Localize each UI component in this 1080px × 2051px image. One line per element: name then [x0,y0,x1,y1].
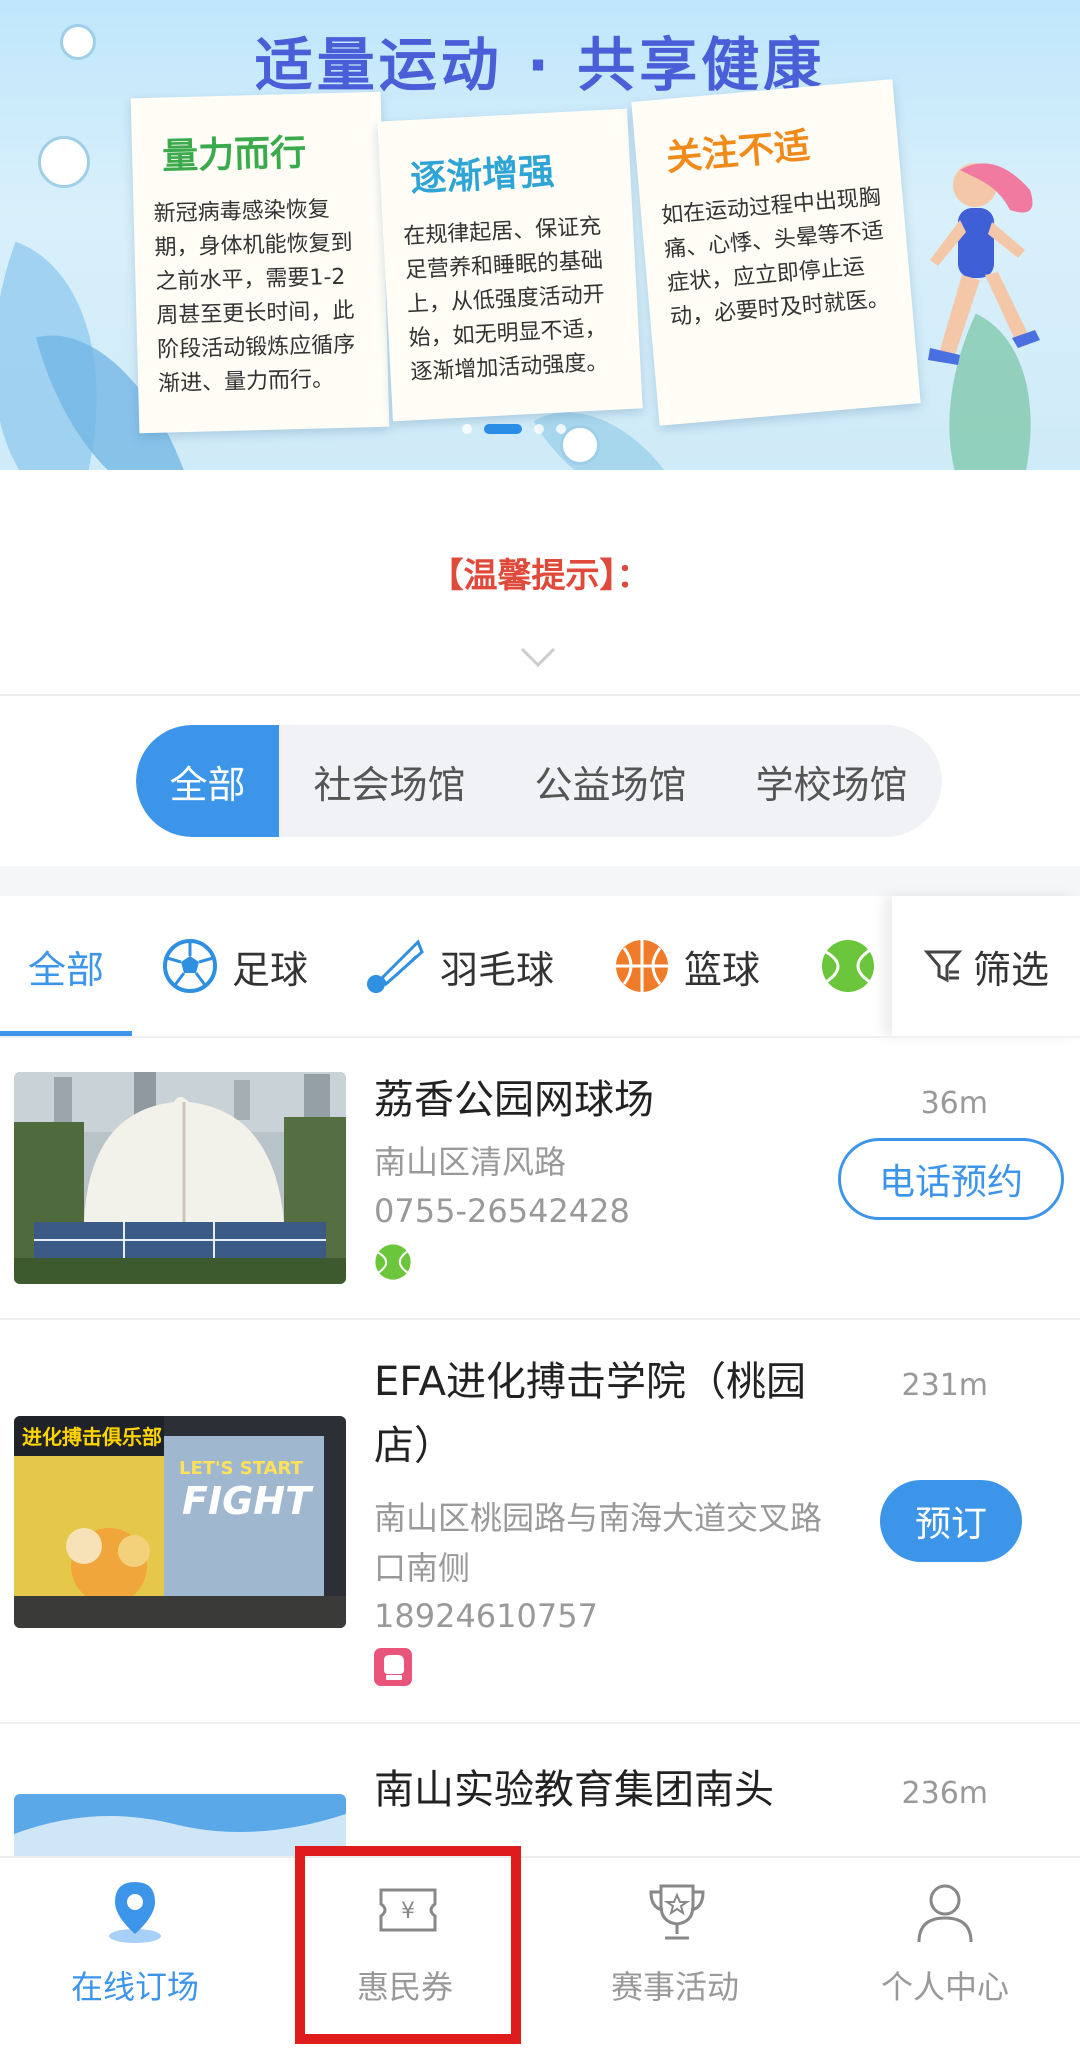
venue-type-segment: 全部 社会场馆 公益场馆 学校场馆 [136,725,942,837]
nav-label: 在线订场 [70,1968,199,2006]
banner-card: 量力而行 新冠病毒感染恢复期，身体机能恢复到之前水平，需要1-2周甚至更长时间，… [130,91,390,434]
health-banner[interactable]: 适量运动 · 共享健康 量力而行 新冠病毒感染恢复期，身体机能恢复到之前水平，需… [0,0,1080,470]
venue-phone[interactable]: 18924610757 [374,1597,598,1635]
venue-phone[interactable]: 0755-26542428 [374,1192,630,1230]
banner-card: 关注不适 如在运动过程中出现胸痛、心悸、头晕等不适症状，应立即停止运动，必要时及… [631,79,921,426]
banner-card-text: 如在运动过程中出现胸痛、心悸、头晕等不适症状，应立即停止运动，必要时及时就医。 [660,184,891,331]
nav-online-booking[interactable]: 在线订场 [0,1858,270,2051]
filter-icon [923,950,963,983]
basketball-icon [616,940,668,992]
banner-card: 逐渐增强 在规律起居、保证充足营养和睡眠的基础上，从低强度活动开始，如无明显不适… [377,108,643,422]
carousel-dot[interactable] [556,424,566,434]
banner-card-text: 在规律起居、保证充足营养和睡眠的基础上，从低强度活动开始，如无明显不适，逐渐增加… [402,214,609,386]
tennis-ball-icon [822,940,874,992]
bottom-navigation: 在线订场 ¥ 惠民券 赛事活动 个人中心 [0,1856,1080,2049]
runner-illustration [928,163,1040,365]
user-icon [917,1884,973,1943]
book-button[interactable]: 预订 [880,1480,1022,1562]
tab-label: 足球 [232,947,309,992]
sport-tabs: 全部 足球 羽毛球 篮球 筛选 [0,896,1080,1036]
banner-card-heading: 量力而行 [161,132,307,178]
venue-address: 南山区桃园路与南海大道交叉路口南侧 [374,1499,823,1587]
annotation-highlight-box [295,1846,521,2044]
venue-address: 南山区清风路 [374,1143,567,1181]
soccer-ball-icon [163,939,217,993]
chevron-down-icon[interactable] [518,645,558,669]
venue-name: 荔香公园网球场 [374,1077,654,1123]
tab-badminton[interactable]: 羽毛球 [362,896,554,1036]
trophy-icon [649,1884,705,1940]
divider [0,694,1080,696]
divider [0,1036,1080,1038]
photo-poster-title: FIGHT [182,1479,314,1523]
boxing-icon [374,1648,412,1686]
tennis-ball-icon [375,1244,411,1280]
shuttlecock-icon [367,939,424,993]
phone-booking-button[interactable]: 电话预约 [838,1138,1064,1220]
banner-title: 适量运动 · 共享健康 [254,31,826,99]
banner-card-heading: 逐渐增强 [409,151,556,201]
ball-decoration-icon [38,136,90,188]
carousel-dot[interactable] [534,424,544,434]
tab-label: 篮球 [684,947,761,992]
divider [0,1722,1080,1724]
segment-social-venue[interactable]: 社会场馆 [279,725,500,837]
section-gap [0,866,1080,896]
tab-soccer[interactable]: 足球 [162,896,308,1036]
tab-tennis[interactable] [820,896,890,1036]
tab-all[interactable]: 全部 [0,896,132,1036]
divider [0,1318,1080,1320]
map-pin-icon [109,1882,161,1943]
carousel-indicator[interactable] [462,424,566,434]
tab-basketball[interactable]: 篮球 [614,896,760,1036]
filter-label: 筛选 [972,947,1049,992]
warm-tip-title: 【温馨提示】： [429,556,651,596]
venue-name: EFA进化搏击学院（桃园店） [374,1359,806,1469]
carousel-dot-active[interactable] [484,424,522,434]
venue-name: 南山实验教育集团南头 [374,1767,774,1813]
venue-photo[interactable] [14,1072,346,1284]
venue-distance: 236m [901,1776,988,1811]
nav-label: 赛事活动 [610,1968,739,2006]
banner-card-text: 新冠病毒感染恢复期，身体机能恢复到之前水平，需要1-2周甚至更长时间，此阶段活动… [153,197,356,397]
nav-profile[interactable]: 个人中心 [810,1858,1080,2051]
carousel-dot[interactable] [462,424,472,434]
photo-poster-text: LET'S START [179,1458,304,1479]
segment-school-venue[interactable]: 学校场馆 [721,725,942,837]
tab-label: 羽毛球 [440,947,555,992]
photo-sign-text: 进化搏击俱乐部 [22,1425,162,1449]
ball-decoration-icon [560,425,600,465]
venue-distance: 231m [901,1368,988,1403]
filter-button[interactable]: 筛选 [892,896,1080,1036]
segment-all[interactable]: 全部 [136,725,279,837]
banner-card-heading: 关注不适 [664,125,812,180]
segment-public-welfare-venue[interactable]: 公益场馆 [500,725,721,837]
nav-label: 个人中心 [880,1968,1009,2006]
nav-events[interactable]: 赛事活动 [540,1858,810,2051]
venue-photo[interactable]: 进化搏击俱乐部 LET'S START FIGHT [14,1416,346,1628]
venue-distance: 36m [920,1086,988,1121]
